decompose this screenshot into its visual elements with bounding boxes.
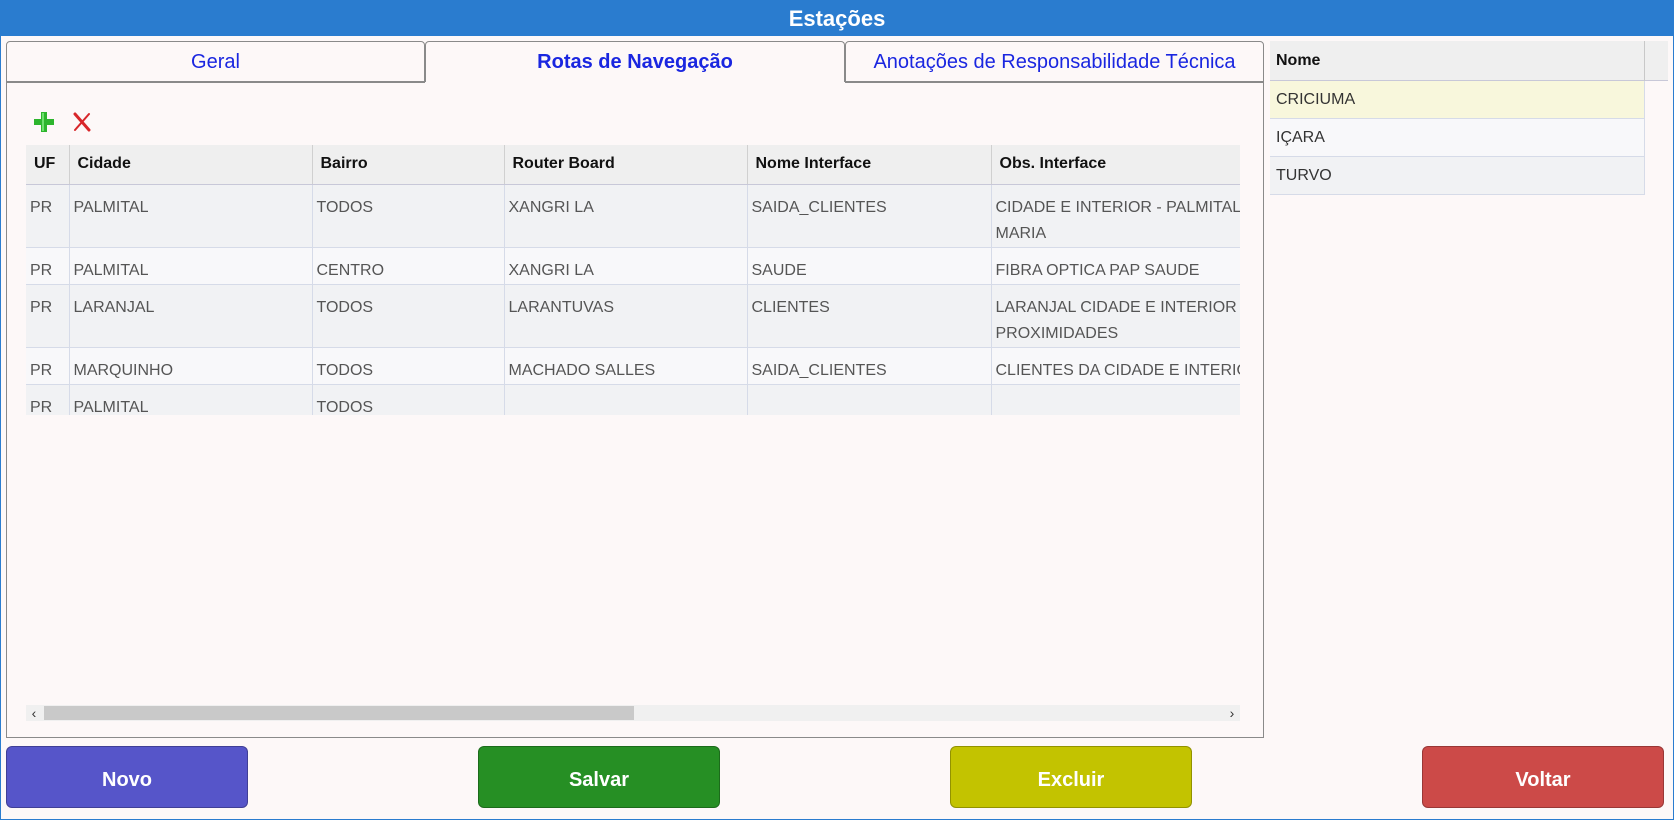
- column-header-router-board[interactable]: Router Board: [504, 145, 748, 185]
- cell-router-board: MACHADO SALLES: [504, 347, 748, 385]
- cell-nome-interface: CLIENTES: [747, 284, 992, 348]
- cell-bairro: TODOS: [312, 284, 505, 348]
- cell-uf: PR: [26, 347, 70, 385]
- window-title: Estações: [0, 0, 1674, 36]
- header-divider: [1644, 41, 1645, 81]
- add-row-button[interactable]: [32, 110, 56, 134]
- cell-nome-interface: SAIDA_CLIENTES: [747, 347, 992, 385]
- cell-router-board: XANGRI LA: [504, 247, 748, 285]
- scrollbar-thumb[interactable]: [44, 706, 634, 720]
- cell-cidade: LARANJAL: [69, 284, 313, 348]
- stations-header-label: Nome: [1276, 52, 1321, 69]
- cell-obs-interface: LARANJAL CIDADE E INTERIOR E PROXIMIDADE…: [991, 284, 1240, 348]
- table-row[interactable]: PR LARANJAL TODOS LARANTUVAS CLIENTES LA…: [26, 284, 1240, 348]
- table-row[interactable]: PR PALMITAL CENTRO XANGRI LA SAUDE FIBRA…: [26, 247, 1240, 285]
- cell-nome-interface: [747, 384, 992, 415]
- list-item[interactable]: IÇARA: [1270, 119, 1645, 157]
- cell-router-board: [504, 384, 748, 415]
- cell-nome-interface: SAUDE: [747, 247, 992, 285]
- list-item[interactable]: TURVO: [1270, 157, 1645, 195]
- column-header-cidade[interactable]: Cidade: [69, 145, 313, 185]
- cell-cidade: MARQUINHO: [69, 347, 313, 385]
- cell-cidade: PALMITAL: [69, 184, 313, 248]
- cell-obs-interface: FIBRA OPTICA PAP SAUDE: [991, 247, 1240, 285]
- cell-uf: PR: [26, 247, 70, 285]
- tab-geral[interactable]: Geral: [6, 41, 425, 82]
- table-row[interactable]: PR PALMITAL TODOS: [26, 384, 1240, 415]
- novo-button[interactable]: Novo: [6, 746, 248, 808]
- cell-bairro: TODOS: [312, 384, 505, 415]
- tab-bar: Geral Rotas de Navegação Anotações de Re…: [6, 41, 1264, 83]
- excluir-button[interactable]: Excluir: [950, 746, 1192, 808]
- cell-bairro: TODOS: [312, 347, 505, 385]
- plus-icon: [34, 112, 54, 132]
- cell-obs-interface: CIDADE E INTERIOR - PALMITAL - STA MARIA: [991, 184, 1240, 248]
- column-header-uf[interactable]: UF: [26, 145, 70, 185]
- list-item[interactable]: CRICIUMA: [1270, 81, 1645, 119]
- cell-obs-interface: CLIENTES DA CIDADE E INTERIOR: [991, 347, 1240, 385]
- cell-bairro: CENTRO: [312, 247, 505, 285]
- salvar-button[interactable]: Salvar: [478, 746, 720, 808]
- column-header-obs-interface[interactable]: Obs. Interface: [991, 145, 1240, 185]
- routes-grid: UF Cidade Bairro Router Board Nome Inter…: [26, 145, 1240, 415]
- cell-obs-interface: [991, 384, 1240, 415]
- column-header-bairro[interactable]: Bairro: [312, 145, 505, 185]
- stations-list-header[interactable]: Nome: [1270, 41, 1668, 81]
- tab-anotacoes[interactable]: Anotações de Responsabilidade Técnica: [845, 41, 1264, 82]
- cell-uf: PR: [26, 284, 70, 348]
- scroll-left-icon[interactable]: ‹: [26, 705, 42, 721]
- cell-cidade: PALMITAL: [69, 384, 313, 415]
- x-icon: [73, 112, 91, 132]
- horizontal-scrollbar[interactable]: ‹ ›: [26, 705, 1240, 721]
- cell-uf: PR: [26, 384, 70, 415]
- grid-header-row: UF Cidade Bairro Router Board Nome Inter…: [26, 145, 1240, 185]
- cell-nome-interface: SAIDA_CLIENTES: [747, 184, 992, 248]
- column-header-nome-interface[interactable]: Nome Interface: [747, 145, 992, 185]
- table-row[interactable]: PR PALMITAL TODOS XANGRI LA SAIDA_CLIENT…: [26, 184, 1240, 248]
- voltar-button[interactable]: Voltar: [1422, 746, 1664, 808]
- remove-row-button[interactable]: [70, 110, 94, 134]
- stations-list: Nome CRICIUMA IÇARA TURVO: [1270, 41, 1668, 195]
- panel-divider: [845, 82, 1264, 83]
- tab-rotas-navegacao[interactable]: Rotas de Navegação: [425, 41, 845, 83]
- cell-router-board: XANGRI LA: [504, 184, 748, 248]
- cell-router-board: LARANTUVAS: [504, 284, 748, 348]
- cell-cidade: PALMITAL: [69, 247, 313, 285]
- table-row[interactable]: PR MARQUINHO TODOS MACHADO SALLES SAIDA_…: [26, 347, 1240, 385]
- panel-divider: [6, 82, 425, 83]
- scroll-right-icon[interactable]: ›: [1224, 705, 1240, 721]
- cell-bairro: TODOS: [312, 184, 505, 248]
- cell-uf: PR: [26, 184, 70, 248]
